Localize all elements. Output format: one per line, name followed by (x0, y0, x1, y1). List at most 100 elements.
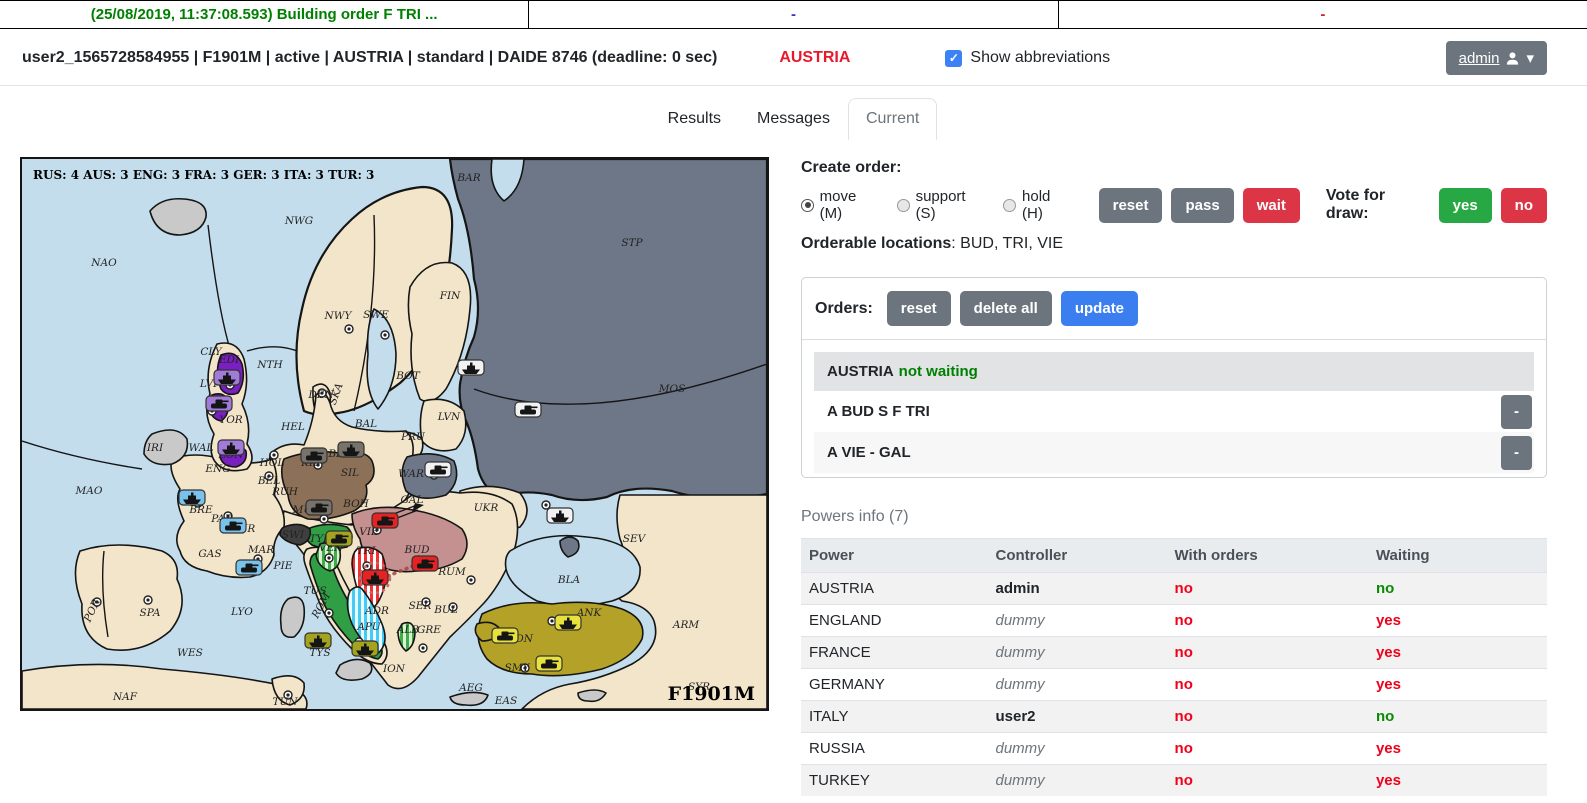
map-label-ion: ION (382, 663, 406, 675)
vote-no-button[interactable]: no (1501, 188, 1547, 223)
map-label-alb: ALB (396, 624, 420, 636)
map-label-mos: MOS (658, 383, 686, 395)
map-label-mar: MAR (247, 544, 274, 556)
show-abbreviations-checkbox[interactable]: ✓ (945, 50, 962, 67)
map-label-ruh: RUH (271, 486, 299, 498)
map-svg[interactable]: NAONWGBARNTHIRIENGMAOHELSKABALBOTLYOWEST… (22, 159, 767, 709)
unit-russia-fleet[interactable] (547, 508, 573, 523)
unit-russia-army[interactable] (515, 402, 541, 417)
power-cell: GERMANY (801, 669, 988, 701)
order-list: A BUD S F TRI-A VIE - GAL- (814, 391, 1534, 473)
orders-title: Orders: (815, 300, 873, 318)
reset-order-button[interactable]: reset (1099, 188, 1163, 223)
map-label-bla: BLA (557, 574, 581, 586)
map-label-ser: SER (409, 600, 432, 612)
orderable-locations: Orderable locations: BUD, TRI, VIE (801, 235, 1547, 253)
map-label-fin: FIN (439, 290, 461, 302)
unit-france-fleet[interactable] (179, 490, 205, 505)
unit-turkey-army[interactable] (536, 656, 562, 671)
orders-reset-button[interactable]: reset (887, 291, 951, 326)
unit-italy-fleet[interactable] (305, 633, 331, 648)
order-text: A VIE - GAL (827, 444, 911, 461)
supply-center-dot (347, 327, 350, 330)
unit-germany-fleet[interactable] (338, 442, 364, 457)
unit-russia-army[interactable] (425, 462, 451, 477)
remove-order-button[interactable]: - (1501, 436, 1532, 470)
power-row-austria: AUSTRIAadminnono (801, 573, 1547, 605)
map-label-bot: BOT (395, 370, 421, 382)
order-type-move[interactable]: move (M) (801, 188, 881, 222)
power-cell: AUSTRIA (801, 573, 988, 605)
unit-russia-fleet[interactable] (458, 360, 484, 375)
unit-england-fleet[interactable] (214, 370, 240, 385)
map-label-sev: SEV (623, 533, 647, 545)
tab-results[interactable]: Results (650, 98, 739, 140)
map-label-sil: SIL (341, 467, 359, 479)
with-orders-cell: no (1167, 669, 1368, 701)
map-label-hol: HOL (259, 457, 285, 469)
map-label-nwg: NWG (284, 215, 313, 227)
unit-turkey-army[interactable] (492, 628, 518, 643)
header-divider (0, 85, 1587, 86)
orders-delete-all-button[interactable]: delete all (960, 291, 1052, 326)
vote-for-draw-label: Vote for draw: (1326, 187, 1430, 223)
unit-italy-army[interactable] (326, 531, 352, 546)
orders-update-button[interactable]: update (1061, 291, 1138, 326)
power-row-france: FRANCEdummynoyes (801, 637, 1547, 669)
game-info: user2_1565728584955 | F1901M | active | … (22, 49, 717, 67)
radio-icon[interactable] (897, 199, 910, 212)
waiting-cell: yes (1368, 733, 1547, 765)
map-label-pie: PIE (273, 560, 293, 572)
unit-germany-army[interactable] (306, 500, 332, 515)
order-type-support[interactable]: support (S) (897, 188, 987, 222)
order-type-hold[interactable]: hold (H) (1003, 188, 1073, 222)
controller-cell: dummy (988, 637, 1167, 669)
unit-england-army[interactable] (206, 396, 232, 411)
map-label-wes: WES (177, 647, 203, 659)
unit-austria-army[interactable] (412, 556, 438, 571)
region-russia[interactable] (450, 159, 767, 500)
power-cell: RUSSIA (801, 733, 988, 765)
order-item: A VIE - GAL - (814, 432, 1534, 473)
unit-france-army[interactable] (220, 518, 246, 533)
map-label-arm: ARM (672, 619, 699, 631)
unit-france-army[interactable] (236, 560, 262, 575)
unit-italy-fleet[interactable] (352, 641, 378, 656)
power-row-italy: ITALYuser2nono (801, 701, 1547, 733)
map-label-den: DEN (307, 389, 334, 401)
with-orders-cell: no (1167, 573, 1368, 605)
header: user2_1565728584955 | F1901M | active | … (0, 29, 1587, 85)
map-label-lvn: LVN (437, 411, 461, 423)
col-controller: Controller (988, 539, 1167, 573)
map-label-naf: NAF (112, 691, 138, 703)
pass-button[interactable]: pass (1171, 188, 1233, 223)
unit-austria-army[interactable] (372, 513, 398, 528)
map-label-stp: STP (621, 237, 643, 249)
unit-germany-army[interactable] (301, 448, 327, 463)
map-label-spa: SPA (140, 607, 161, 619)
supply-center-dot (146, 598, 149, 601)
map-label-aeg: AEG (458, 682, 483, 694)
status-center: - (529, 1, 1058, 28)
radio-icon[interactable] (801, 199, 814, 212)
with-orders-cell: no (1167, 765, 1368, 797)
tab-bar: ResultsMessagesCurrent (0, 98, 1587, 140)
unit-england-fleet[interactable] (218, 440, 244, 455)
vote-yes-button[interactable]: yes (1439, 188, 1492, 223)
radio-icon[interactable] (1003, 199, 1016, 212)
unit-turkey-fleet[interactable] (555, 615, 581, 630)
remove-order-button[interactable]: - (1501, 395, 1532, 429)
game-map[interactable]: NAONWGBARNTHIRIENGMAOHELSKABALBOTLYOWEST… (20, 157, 769, 711)
tab-current[interactable]: Current (848, 98, 937, 140)
col-waiting: Waiting (1368, 539, 1547, 573)
tab-messages[interactable]: Messages (739, 98, 848, 140)
status-right: - (1059, 1, 1587, 28)
user-menu-button[interactable]: admin ▾ (1446, 41, 1547, 75)
map-label-tys: TYS (309, 647, 330, 659)
status-bar: (25/08/2019, 11:37:08.593) Building orde… (0, 0, 1587, 29)
wait-button[interactable]: wait (1243, 188, 1300, 223)
supply-center-dot (383, 333, 386, 336)
current-power-label: AUSTRIA (779, 49, 850, 67)
waiting-cell: yes (1368, 637, 1547, 669)
order-type-radios: move (M) support (S) hold (H) (801, 188, 1090, 222)
